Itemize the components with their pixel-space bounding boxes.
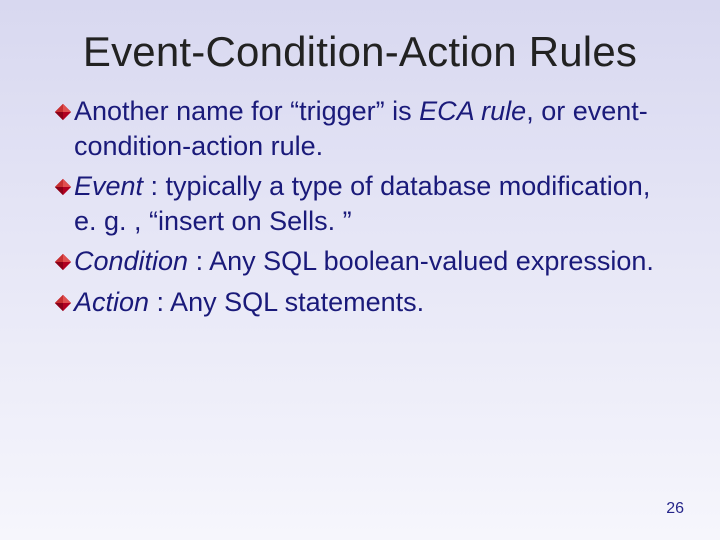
bullet-post: : typically a type of database modificat… — [74, 171, 650, 236]
diamond-bullet-icon — [54, 294, 72, 312]
diamond-bullet-icon — [54, 178, 72, 196]
bullet-emphasis: Event — [74, 171, 151, 201]
bullet-emphasis: Condition — [74, 246, 196, 276]
page-number: 26 — [666, 500, 684, 518]
bullet-pre: Another name for “trigger” is — [74, 96, 419, 126]
bullet-text: Condition : Any SQL boolean-valued expre… — [74, 244, 666, 279]
diamond-bullet-icon — [54, 253, 72, 271]
diamond-bullet-icon — [54, 103, 72, 121]
bullet-emphasis: Action — [74, 287, 157, 317]
slide-title: Event-Condition-Action Rules — [0, 0, 720, 94]
bullet-post: : Any SQL boolean-valued expression. — [196, 246, 654, 276]
bullet-post: : Any SQL statements. — [157, 287, 425, 317]
bullet-text: Another name for “trigger” is ECA rule, … — [74, 94, 666, 163]
slide-content: Another name for “trigger” is ECA rule, … — [0, 94, 720, 319]
bullet-item: Another name for “trigger” is ECA rule, … — [54, 94, 666, 163]
bullet-item: Condition : Any SQL boolean-valued expre… — [54, 244, 666, 279]
bullet-text: Event : typically a type of database mod… — [74, 169, 666, 238]
bullet-text: Action : Any SQL statements. — [74, 285, 666, 320]
bullet-emphasis: ECA rule — [419, 96, 526, 126]
bullet-item: Event : typically a type of database mod… — [54, 169, 666, 238]
bullet-item: Action : Any SQL statements. — [54, 285, 666, 320]
